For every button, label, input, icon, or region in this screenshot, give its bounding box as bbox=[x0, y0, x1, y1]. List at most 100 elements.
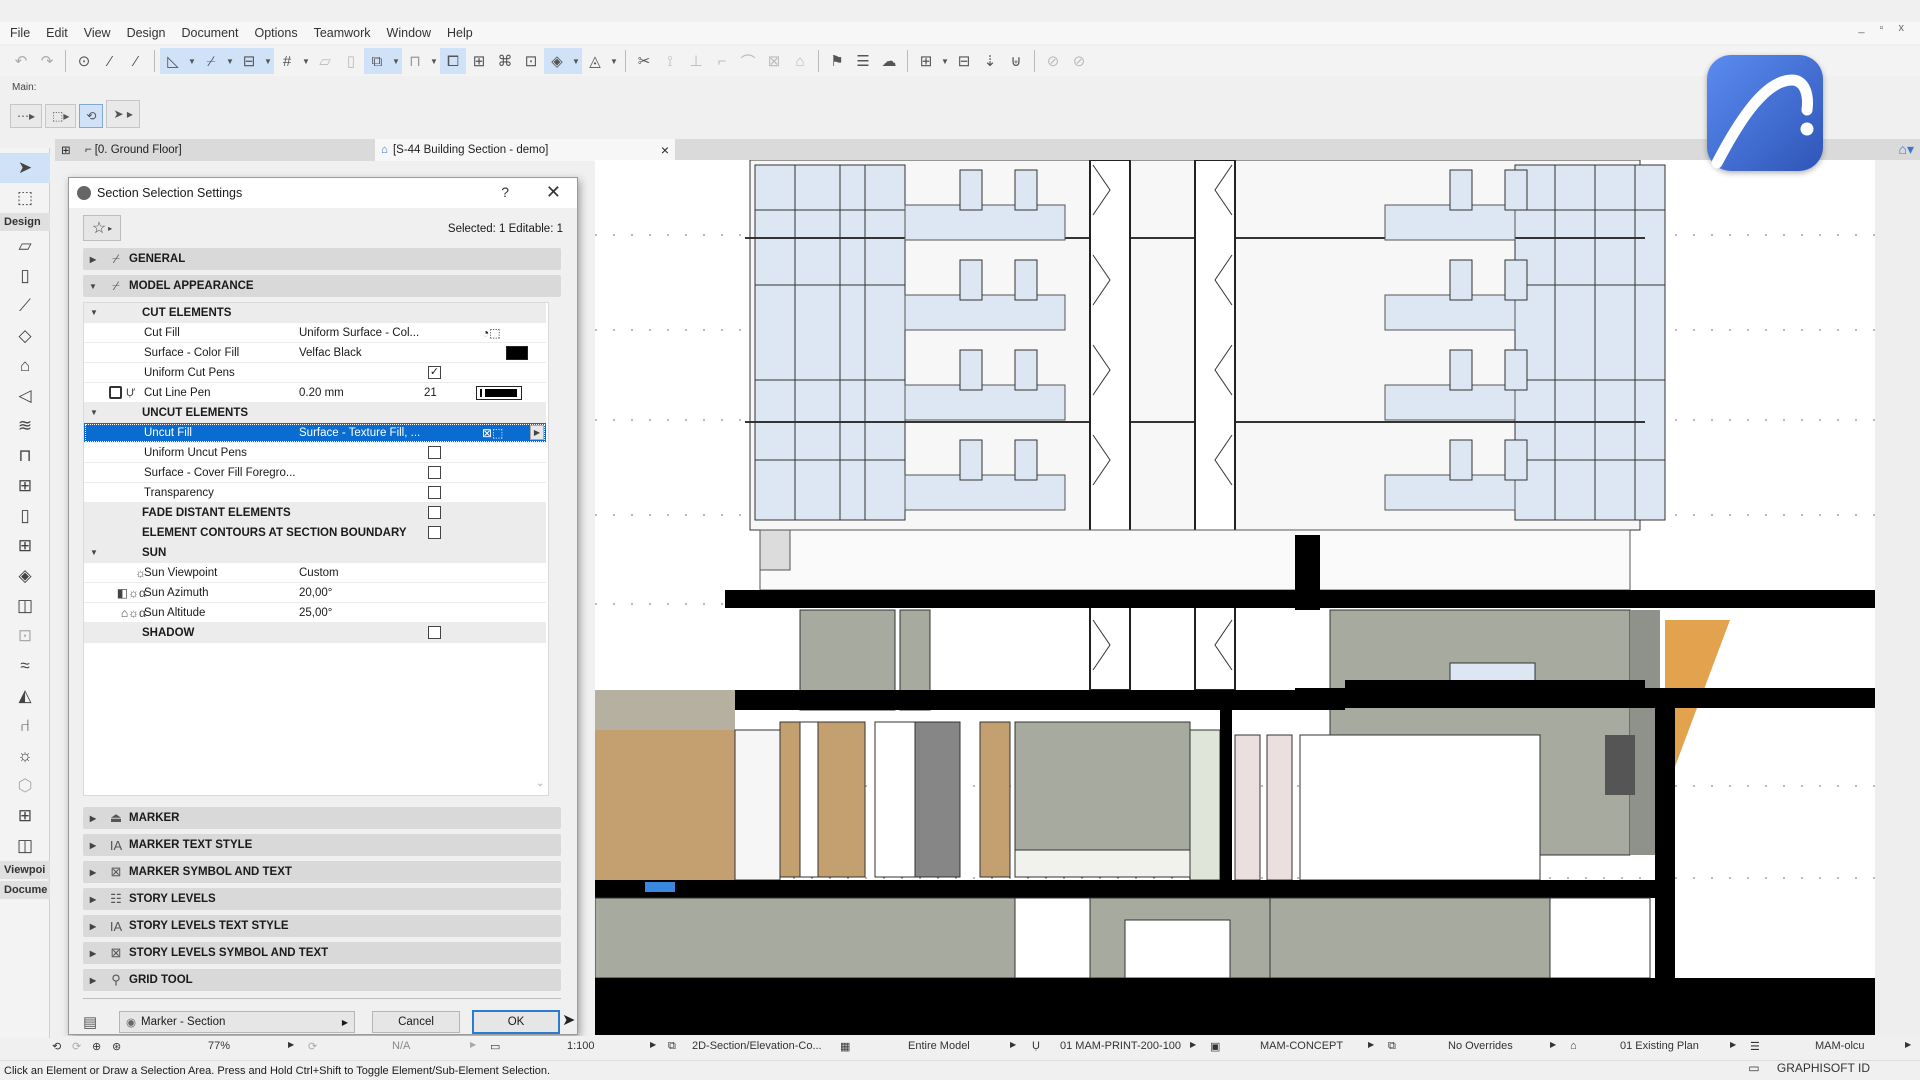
pen-set[interactable]: 01 MAM-PRINT-200-100 bbox=[1060, 1040, 1181, 1052]
renovation-filter[interactable]: 01 Existing Plan bbox=[1620, 1040, 1699, 1052]
guide-lines-icon[interactable]: ◺ bbox=[160, 48, 186, 74]
chevron-down-icon[interactable]: ▼ bbox=[262, 48, 274, 74]
row-surface-color-fill[interactable]: Surface - Color Fill Velfac Black bbox=[84, 343, 546, 363]
graphic-override[interactable]: No Overrides bbox=[1448, 1040, 1513, 1052]
syringe-icon[interactable]: ⁄ bbox=[123, 48, 149, 74]
pick-up-params-icon[interactable]: ⊙ bbox=[71, 48, 97, 74]
row-sun-altitude[interactable]: ⌂☼α Sun Altitude 25,00° bbox=[84, 603, 546, 623]
object-tool[interactable]: ⑁ bbox=[0, 711, 50, 741]
shell-tool[interactable]: ◁ bbox=[0, 381, 50, 411]
menu-help[interactable]: Help bbox=[447, 26, 473, 40]
layer-combination[interactable]: 2D-Section/Elevation-Co... bbox=[692, 1040, 822, 1052]
panel-story-levels-symbol-text[interactable]: ▶ ⊠ STORY LEVELS SYMBOL AND TEXT bbox=[83, 942, 561, 964]
partial-structure[interactable]: Entire Model bbox=[908, 1040, 970, 1052]
teamwork-icon[interactable]: ⊘ bbox=[1040, 48, 1066, 74]
fillet-icon[interactable]: ⌒ bbox=[735, 48, 761, 74]
toolbox-group-viewpoint[interactable]: Viewpoi bbox=[0, 861, 50, 879]
chevron-down-icon[interactable]: ▼ bbox=[186, 48, 198, 74]
ok-button[interactable]: OK bbox=[472, 1010, 560, 1034]
texture-fill-icon[interactable]: ⊠⬚ bbox=[482, 426, 503, 440]
reserve-icon[interactable]: ⊘ bbox=[1066, 48, 1092, 74]
row-fade-distant[interactable]: FADE DISTANT ELEMENTS bbox=[84, 503, 546, 523]
chevron-down-icon[interactable]: ▼ bbox=[300, 48, 312, 74]
equipment-tool[interactable]: ⬡ bbox=[0, 771, 50, 801]
property-value[interactable]: 20,00° bbox=[299, 587, 332, 599]
morph-tool[interactable]: ◭ bbox=[0, 681, 50, 711]
frame-tool[interactable]: ◫ bbox=[0, 831, 50, 861]
merge-icon[interactable]: ⊎ bbox=[1003, 48, 1029, 74]
menu-window[interactable]: Window bbox=[387, 26, 431, 40]
shadow-checkbox[interactable] bbox=[428, 626, 441, 639]
dimension-standard[interactable]: MAM-olcu bbox=[1815, 1040, 1865, 1052]
model-view-options[interactable]: MAM-CONCEPT bbox=[1260, 1040, 1343, 1052]
zone-tool[interactable]: ⊡ bbox=[0, 621, 50, 651]
element-contours-checkbox[interactable] bbox=[428, 526, 441, 539]
surface-cover-fill-checkbox[interactable] bbox=[428, 466, 441, 479]
chevron-down-icon[interactable]: ▼ bbox=[390, 48, 402, 74]
wall-tool[interactable]: ▱ bbox=[0, 231, 50, 261]
window-tool[interactable]: ⊞ bbox=[0, 531, 50, 561]
eyedropper-icon[interactable]: ⁄ bbox=[97, 48, 123, 74]
menu-document[interactable]: Document bbox=[182, 26, 239, 40]
redo-zoom-icon[interactable]: ⟳ bbox=[72, 1040, 81, 1053]
window-controls[interactable]: _ ▫ x bbox=[1858, 22, 1910, 34]
tab-building-section[interactable]: ⌂ [S-44 Building Section - demo] × bbox=[375, 139, 675, 161]
chevron-right-icon[interactable]: ▶ bbox=[1730, 1040, 1736, 1049]
split-icon[interactable]: ✂ bbox=[631, 48, 657, 74]
panel-model-appearance[interactable]: ▼ ⌿ MODEL APPEARANCE bbox=[83, 275, 561, 297]
row-uniform-uncut-pens[interactable]: Uniform Uncut Pens bbox=[84, 443, 546, 463]
fit-icon[interactable]: ⌘ bbox=[492, 48, 518, 74]
group-sun[interactable]: ▼ SUN bbox=[84, 543, 546, 563]
panel-tool[interactable]: ⊞ bbox=[0, 801, 50, 831]
property-value[interactable]: 25,00° bbox=[299, 607, 332, 619]
view-selector[interactable]: ◉ Marker - Section ▶ bbox=[119, 1011, 355, 1033]
property-value[interactable]: Uniform Surface - Col... bbox=[299, 327, 419, 339]
intersect-icon[interactable]: ⊥ bbox=[683, 48, 709, 74]
tab-navigator[interactable]: ⊞ bbox=[55, 139, 77, 161]
toolbox-group-design[interactable]: Design bbox=[0, 213, 50, 231]
pen-number[interactable]: 21 bbox=[424, 387, 437, 399]
door-tool[interactable]: ▯ bbox=[0, 501, 50, 531]
slab-tool[interactable]: ◇ bbox=[0, 321, 50, 351]
triangle-circle-icon[interactable]: ◬ bbox=[582, 48, 608, 74]
arrow-tool[interactable]: ➤ bbox=[0, 153, 50, 183]
menu-design[interactable]: Design bbox=[127, 26, 166, 40]
roof-icon[interactable]: ⌂ bbox=[787, 48, 813, 74]
undo-icon[interactable]: ↶ bbox=[8, 48, 34, 74]
chevron-right-icon[interactable]: ▶ bbox=[1905, 1040, 1911, 1049]
graphisoft-id-button[interactable]: ▭ GRAPHISOFT ID bbox=[1748, 1061, 1870, 1075]
grid-snap-icon[interactable]: # bbox=[274, 48, 300, 74]
stair-tool[interactable]: ≋ bbox=[0, 411, 50, 441]
row-sun-azimuth[interactable]: ◧☼α Sun Azimuth 20,00° bbox=[84, 583, 546, 603]
panel-marker-text-style[interactable]: ▶ IA MARKER TEXT STYLE bbox=[83, 834, 561, 856]
expand-value-button[interactable]: ▶ bbox=[530, 425, 544, 440]
close-button[interactable]: ✕ bbox=[546, 182, 561, 203]
chevron-right-icon[interactable]: ▶ bbox=[1368, 1040, 1374, 1049]
chevron-down-icon[interactable]: ▼ bbox=[939, 48, 951, 74]
property-value[interactable]: Custom bbox=[299, 567, 339, 579]
marquee-button[interactable]: ⬚▸ bbox=[45, 104, 77, 128]
panel-story-levels-text-style[interactable]: ▶ IA STORY LEVELS TEXT STYLE bbox=[83, 915, 561, 937]
roof-tool[interactable]: ⌂ bbox=[0, 351, 50, 381]
selection-method-button[interactable]: ⋯▸ bbox=[10, 104, 43, 128]
uniform-uncut-pens-checkbox[interactable] bbox=[428, 446, 441, 459]
layout-icon[interactable]: ⊞ bbox=[913, 48, 939, 74]
flag-icon[interactable]: ⚑ bbox=[824, 48, 850, 74]
row-uniform-cut-pens[interactable]: Uniform Cut Pens ✓ bbox=[84, 363, 546, 383]
opening-tool[interactable]: ◫ bbox=[0, 591, 50, 621]
view-map-icon[interactable]: ⌂▾ bbox=[1899, 141, 1914, 158]
drawing-scale[interactable]: 1:100 bbox=[567, 1040, 595, 1052]
coordinates-icon[interactable]: ⊟ bbox=[236, 48, 262, 74]
marquee-tool[interactable]: ⬚ bbox=[0, 183, 50, 213]
row-sun-viewpoint[interactable]: ☼ Sun Viewpoint Custom bbox=[84, 563, 546, 583]
railing-tool[interactable]: ⊓ bbox=[0, 441, 50, 471]
help-button[interactable]: ? bbox=[501, 184, 509, 200]
view-angle[interactable]: N/A bbox=[392, 1040, 410, 1052]
chevron-right-icon[interactable]: ▶ bbox=[470, 1040, 476, 1049]
undo-zoom-icon[interactable]: ⟲ bbox=[52, 1040, 61, 1053]
menu-file[interactable]: File bbox=[10, 26, 30, 40]
tab-ground-floor[interactable]: ⌐ [0. Ground Floor] bbox=[79, 139, 379, 161]
lock-icon[interactable]: ⊓ bbox=[402, 48, 428, 74]
layer-icon[interactable]: ▯ bbox=[338, 48, 364, 74]
chevron-right-icon[interactable]: ▶ bbox=[1190, 1040, 1196, 1049]
